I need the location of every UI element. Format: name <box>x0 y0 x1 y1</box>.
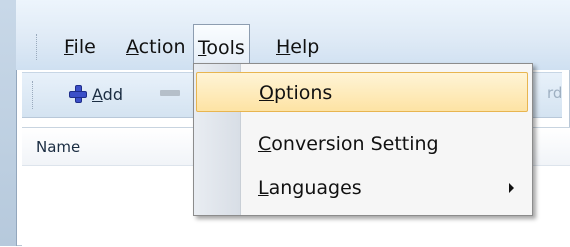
submenu-arrow-icon <box>509 183 514 193</box>
menu-action-mnemonic: A <box>126 36 139 58</box>
menu-file-label: ile <box>73 36 96 58</box>
add-button[interactable]: Add <box>69 83 123 105</box>
toolbar-faded-label: rd <box>547 84 563 102</box>
menu-help[interactable]: Help <box>272 32 323 62</box>
menu-item-languages[interactable]: Languages <box>196 168 528 208</box>
languages-label: anguages <box>268 177 362 199</box>
menu-file-mnemonic: F <box>64 36 74 58</box>
menu-action-label: ction <box>138 36 186 58</box>
menu-tools[interactable]: Tools <box>193 24 250 64</box>
window-border <box>0 0 17 246</box>
menu-help-mnemonic: H <box>276 36 291 58</box>
add-label-rest: dd <box>102 84 123 104</box>
plus-icon <box>69 85 87 103</box>
menubar-grip <box>36 34 40 60</box>
column-name-header[interactable]: Name <box>36 138 80 156</box>
menu-tools-label: ools <box>206 37 245 59</box>
remove-icon[interactable] <box>160 90 180 96</box>
add-button-label: Add <box>92 85 123 104</box>
menu-item-conversion-setting[interactable]: Conversion Setting <box>196 124 528 164</box>
menu-bar: File Action Tools Help <box>16 0 570 70</box>
options-mnemonic: O <box>259 82 274 104</box>
conversion-label: onversion Setting <box>271 133 439 155</box>
toolbar-grip <box>32 81 36 109</box>
options-label: ptions <box>273 82 333 104</box>
menu-item-options[interactable]: Options <box>196 72 528 112</box>
menu-action[interactable]: Action <box>122 32 190 62</box>
menu-help-label: elp <box>290 36 320 58</box>
tools-dropdown-menu: Options Conversion Setting Languages <box>193 63 533 216</box>
languages-mnemonic: L <box>258 177 269 199</box>
menu-file[interactable]: File <box>60 32 100 62</box>
conversion-mnemonic: C <box>258 133 272 155</box>
add-mnemonic: A <box>92 84 103 104</box>
